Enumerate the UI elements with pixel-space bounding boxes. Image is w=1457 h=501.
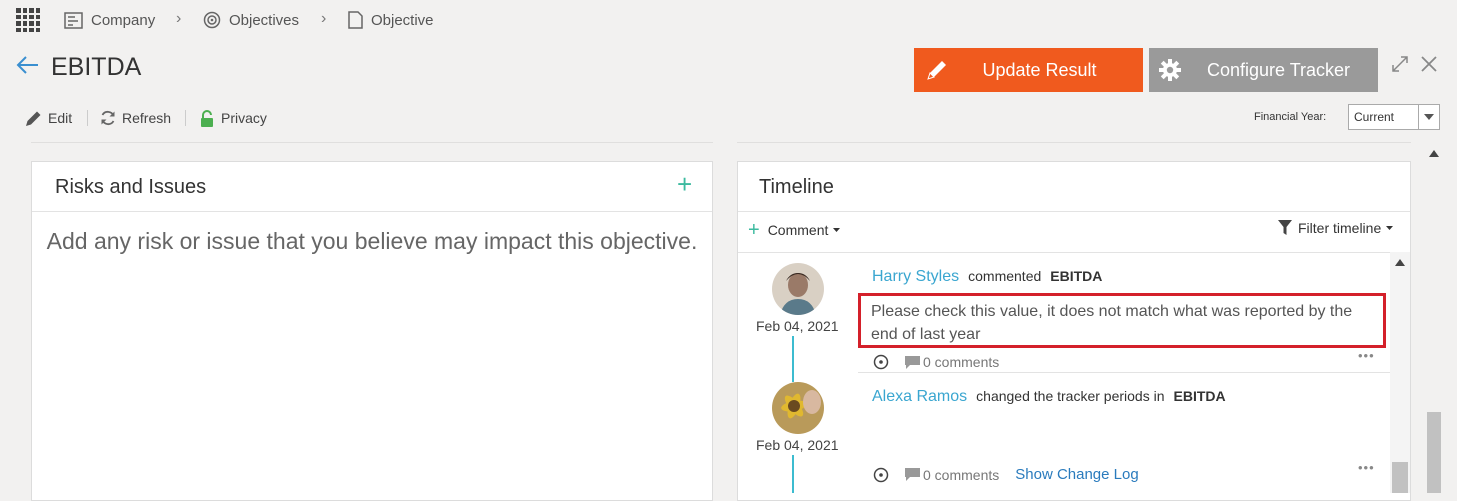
- comment-icon: [905, 468, 920, 481]
- configure-tracker-button[interactable]: Configure Tracker: [1149, 48, 1378, 92]
- entry-meta: 0 comments: [873, 354, 999, 370]
- scrollbar-thumb[interactable]: [1427, 412, 1441, 493]
- more-options-icon[interactable]: •••: [1358, 460, 1375, 475]
- target-icon: [203, 11, 221, 29]
- close-icon[interactable]: [1420, 55, 1438, 73]
- toolbar-divider: [87, 110, 88, 126]
- risks-title: Risks and Issues: [55, 176, 207, 198]
- risks-empty-text: Add any risk or issue that you believe m…: [46, 228, 698, 254]
- avatar: [772, 263, 824, 315]
- app-launcher-icon[interactable]: [16, 8, 40, 32]
- comment-label: Comment: [767, 222, 829, 238]
- edit-label: Edit: [48, 110, 73, 126]
- timeline-line: [792, 455, 794, 493]
- timeline-scrollbar[interactable]: [1390, 252, 1410, 493]
- entry-header: Harry Styles commented EBITDA: [872, 268, 1102, 286]
- comments-count[interactable]: 0 comments: [923, 467, 999, 483]
- divider: [858, 372, 1390, 373]
- edit-button[interactable]: Edit: [25, 108, 72, 128]
- caret-down-icon: [1386, 226, 1394, 230]
- caret-down-icon: [833, 228, 841, 232]
- filter-timeline-button[interactable]: Filter timeline: [1278, 220, 1394, 236]
- entry-action: changed the tracker periods in: [976, 388, 1165, 404]
- add-risk-icon[interactable]: +: [677, 171, 697, 197]
- show-change-log-link[interactable]: Show Change Log: [1015, 466, 1138, 483]
- breadcrumb-objective[interactable]: Objective: [348, 9, 434, 31]
- company-icon: [64, 11, 83, 29]
- chevron-right-icon: ›: [176, 10, 182, 27]
- gear-icon: [1151, 58, 1189, 82]
- privacy-label: Privacy: [221, 110, 267, 126]
- breadcrumb-company[interactable]: Company: [64, 9, 155, 31]
- scrollbar-thumb[interactable]: [1392, 462, 1408, 493]
- refresh-icon: [101, 110, 115, 126]
- entry-object[interactable]: EBITDA: [1050, 268, 1102, 284]
- comment-icon: [905, 355, 920, 369]
- refresh-label: Refresh: [122, 110, 172, 126]
- financial-year-label: Financial Year:: [1254, 111, 1327, 123]
- breadcrumb-label: Company: [91, 11, 156, 29]
- breadcrumb-label: Objective: [371, 11, 434, 29]
- entry-action: commented: [968, 268, 1042, 284]
- financial-year-select[interactable]: Current: [1348, 104, 1440, 130]
- entry-meta: 0 comments Show Change Log: [873, 466, 1139, 483]
- breadcrumb-objectives[interactable]: Objectives: [203, 9, 299, 31]
- entry-object[interactable]: EBITDA: [1174, 388, 1226, 404]
- pencil-icon: [918, 58, 956, 82]
- divider: [32, 211, 712, 212]
- author-link[interactable]: Alexa Ramos: [872, 388, 967, 406]
- filter-label: Filter timeline: [1298, 220, 1382, 236]
- entry-date: Feb 04, 2021: [756, 318, 839, 334]
- configure-tracker-label: Configure Tracker: [1206, 59, 1351, 80]
- expand-icon[interactable]: [1391, 55, 1409, 73]
- avatar: [772, 382, 824, 434]
- target-icon[interactable]: [873, 467, 889, 483]
- pencil-icon: [26, 111, 41, 126]
- chevron-down-icon: [1418, 105, 1439, 129]
- plus-icon: +: [748, 219, 760, 241]
- risks-panel: [31, 161, 713, 501]
- update-result-button[interactable]: Update Result: [914, 48, 1143, 92]
- comments-count[interactable]: 0 comments: [923, 354, 999, 370]
- divider: [738, 252, 1390, 253]
- divider: [738, 211, 1410, 212]
- chevron-right-icon: ›: [321, 10, 327, 27]
- filter-icon: [1278, 220, 1292, 235]
- breadcrumb-label: Objectives: [229, 11, 300, 29]
- refresh-button[interactable]: Refresh: [100, 108, 171, 128]
- divider: [31, 142, 713, 143]
- lock-icon: [201, 109, 213, 127]
- scroll-up-icon[interactable]: [1395, 259, 1405, 266]
- timeline-line: [792, 374, 794, 382]
- timeline-line: [792, 336, 794, 374]
- privacy-button[interactable]: Privacy: [199, 108, 267, 128]
- back-arrow-icon[interactable]: [14, 52, 40, 78]
- scroll-up-icon[interactable]: [1429, 150, 1439, 157]
- divider: [737, 142, 1411, 143]
- more-options-icon[interactable]: •••: [1358, 348, 1375, 363]
- document-icon: [348, 11, 363, 29]
- add-comment-button[interactable]: + Comment: [748, 219, 841, 241]
- comment-text: Please check this value, it does not mat…: [858, 293, 1386, 348]
- timeline-title: Timeline: [759, 176, 834, 198]
- page-title: EBITDA: [51, 53, 142, 81]
- financial-year-value: Current: [1354, 110, 1395, 124]
- update-result-label: Update Result: [982, 59, 1097, 80]
- target-icon[interactable]: [873, 354, 889, 370]
- toolbar-divider: [185, 110, 186, 126]
- entry-date: Feb 04, 2021: [756, 437, 839, 453]
- author-link[interactable]: Harry Styles: [872, 268, 959, 286]
- entry-header: Alexa Ramos changed the tracker periods …: [872, 388, 1226, 406]
